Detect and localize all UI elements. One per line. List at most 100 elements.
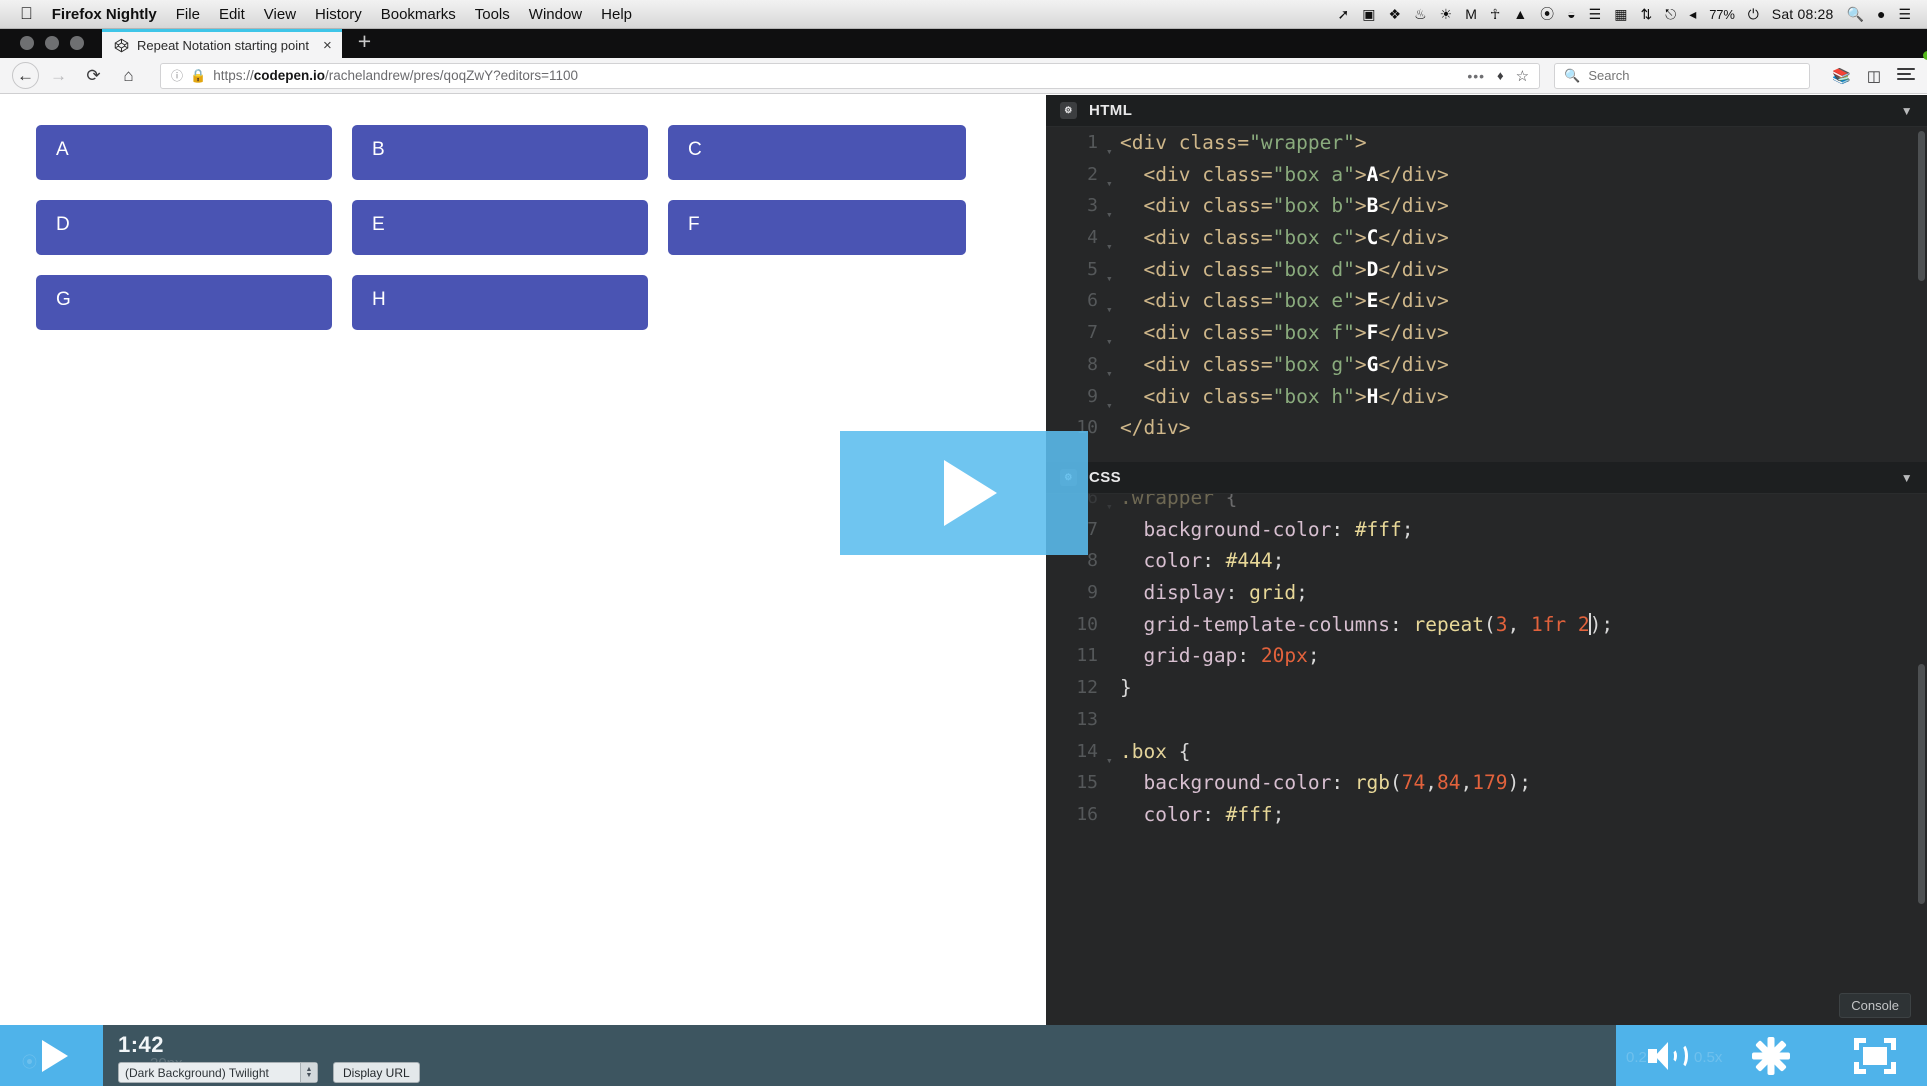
css-pane-header[interactable]: ⚙ CSS ▼ <box>1046 462 1927 494</box>
menu-view[interactable]: View <box>264 6 296 23</box>
fold-toggle-icon[interactable]: ▾ <box>1106 159 1120 191</box>
token-tag: <div <box>1143 353 1202 376</box>
bowl-icon[interactable]: ☥ <box>1490 7 1500 21</box>
siri-icon[interactable]: ● <box>1877 7 1885 21</box>
console-button[interactable]: Console <box>1839 993 1911 1018</box>
fold-toggle-icon[interactable]: ▾ <box>1106 736 1120 768</box>
circle-arrow-icon[interactable]: ◒ <box>1567 7 1575 21</box>
page-actions-icon[interactable]: ••• <box>1467 68 1485 84</box>
token-tag: <div <box>1143 226 1202 249</box>
css-editor-scrollbar[interactable] <box>1918 664 1925 904</box>
fold-toggle-icon[interactable]: ▾ <box>1106 127 1120 159</box>
triangle-icon[interactable]: ▲ <box>1513 7 1527 21</box>
display-url-button[interactable]: Display URL <box>333 1062 420 1083</box>
menu-edit[interactable]: Edit <box>219 6 245 23</box>
token-str: "box b" <box>1273 194 1355 217</box>
menu-bookmarks[interactable]: Bookmarks <box>381 6 456 23</box>
menu-help[interactable]: Help <box>601 6 632 23</box>
token-tag: </div> <box>1120 416 1190 439</box>
sidebar-icon[interactable]: ◫ <box>1867 67 1881 85</box>
wifi-icon[interactable]: ⎋ <box>1665 7 1676 21</box>
lock-icon[interactable]: 🔒 <box>190 68 206 84</box>
html-editor-scrollbar[interactable] <box>1918 131 1925 281</box>
page-info-icon[interactable]: ⓘ <box>171 67 183 84</box>
token-val: #fff <box>1355 518 1402 541</box>
window-minimize-button[interactable] <box>45 36 59 50</box>
droplet-icon[interactable]: ⦿ <box>1540 7 1554 21</box>
search-bar[interactable]: 🔍 <box>1554 63 1810 89</box>
code-line: 8 color: #444; <box>1046 545 1927 577</box>
fold-toggle-icon[interactable]: ▾ <box>1106 190 1120 222</box>
back-icon[interactable]: ← <box>12 62 39 89</box>
control-center-icon[interactable]: ☰ <box>1898 7 1911 21</box>
menubar-clock[interactable]: Sat 08:28 <box>1772 6 1834 22</box>
new-tab-button[interactable]: + <box>342 30 387 57</box>
window-close-button[interactable] <box>20 36 34 50</box>
chevron-down-icon[interactable]: ▼ <box>1901 104 1913 118</box>
chevron-updown-icon[interactable]: ▲▼ <box>300 1063 317 1082</box>
reload-icon[interactable]: ⟳ <box>78 62 109 89</box>
mail-icon[interactable]: M <box>1465 7 1477 21</box>
video-play-button[interactable] <box>0 1025 103 1086</box>
fullscreen-icon[interactable] <box>1854 1038 1896 1074</box>
code-line-source: <div class="box b">B</div> <box>1120 190 1927 222</box>
globe-icon[interactable]: ☀ <box>1440 7 1453 21</box>
html-code-editor[interactable]: 1▾<div class="wrapper">2▾ <div class="bo… <box>1046 127 1927 462</box>
address-bar[interactable]: ⓘ 🔒 https://codepen.io/rachelandrew/pres… <box>160 63 1540 89</box>
fold-toggle-icon[interactable]: ▾ <box>1106 254 1120 286</box>
menu-file[interactable]: File <box>176 6 200 23</box>
gear-icon[interactable] <box>1751 1036 1791 1076</box>
home-icon[interactable]: ⌂ <box>113 62 144 89</box>
screen-recording-icon[interactable]: ▣ <box>1362 7 1375 21</box>
calendar-icon[interactable]: ▦ <box>1614 7 1627 21</box>
browser-tab-active[interactable]: Repeat Notation starting point × <box>102 29 342 58</box>
close-icon[interactable]: × <box>323 38 332 53</box>
forward-icon[interactable]: → <box>43 62 74 89</box>
token-punc: , <box>1507 613 1530 636</box>
fold-toggle-icon[interactable]: ▾ <box>1106 222 1120 254</box>
code-line-source: .box { <box>1120 736 1927 768</box>
fold-toggle-icon[interactable]: ▾ <box>1106 285 1120 317</box>
gear-icon[interactable]: ⚙ <box>1060 102 1077 119</box>
volume-icon[interactable] <box>1648 1040 1688 1072</box>
menu-tools[interactable]: Tools <box>475 6 510 23</box>
token-tag: > <box>1355 194 1367 217</box>
theme-select[interactable]: (Dark Background) Twilight ▲▼ <box>118 1062 318 1083</box>
grid-box-f: F <box>668 200 966 255</box>
token-str: "box a" <box>1273 163 1355 186</box>
library-icon[interactable]: 📚 <box>1832 67 1851 85</box>
fold-toggle-icon[interactable]: ▾ <box>1106 494 1120 514</box>
pocket-icon[interactable]: ♦ <box>1497 68 1504 83</box>
token-tag: > <box>1355 289 1367 312</box>
token-attr: class= <box>1202 163 1272 186</box>
fold-toggle-icon[interactable]: ▾ <box>1106 349 1120 381</box>
fold-toggle-icon[interactable]: ▾ <box>1106 381 1120 413</box>
search-icon[interactable]: 🔍 <box>1847 7 1864 21</box>
window-maximize-button[interactable] <box>70 36 84 50</box>
bell-icon[interactable]: ♨ <box>1414 7 1427 21</box>
volume-icon[interactable]: ◂ <box>1689 7 1696 21</box>
sync-icon[interactable]: ⇅ <box>1640 7 1652 21</box>
code-line-source: <div class="wrapper"> <box>1120 127 1927 159</box>
macos-menu-bar:  Firefox Nightly File Edit View History… <box>0 0 1927 29</box>
html-pane-header[interactable]: ⚙ HTML ▼ <box>1046 95 1927 127</box>
speed-05x-label[interactable]: 0.5x <box>1694 1049 1722 1066</box>
code-line: 11 grid-gap: 20px; <box>1046 640 1927 672</box>
menu-history[interactable]: History <box>315 6 362 23</box>
apple-logo-icon[interactable]:  <box>20 5 33 22</box>
video-play-overlay[interactable] <box>840 431 1088 555</box>
search-input[interactable] <box>1588 68 1800 83</box>
ghost-target-icon: ⦿ <box>22 1051 37 1072</box>
dropbox-icon[interactable]: ❖ <box>1389 7 1402 21</box>
css-code-editor[interactable]: 6▾.wrapper {7 background-color: #fff;8 c… <box>1046 494 1927 1029</box>
location-arrow-icon[interactable]: ➚ <box>1338 7 1350 21</box>
menu-window[interactable]: Window <box>529 6 582 23</box>
chevron-down-icon[interactable]: ▼ <box>1901 471 1913 485</box>
token-tag: </div> <box>1378 321 1448 344</box>
token-tag: <div <box>1143 289 1202 312</box>
menu-icon[interactable] <box>1897 65 1915 87</box>
menu-app-name[interactable]: Firefox Nightly <box>52 6 157 23</box>
star-icon[interactable]: ☆ <box>1516 67 1529 85</box>
fold-toggle-icon[interactable]: ▾ <box>1106 317 1120 349</box>
layers-icon[interactable]: ☰ <box>1589 7 1602 21</box>
